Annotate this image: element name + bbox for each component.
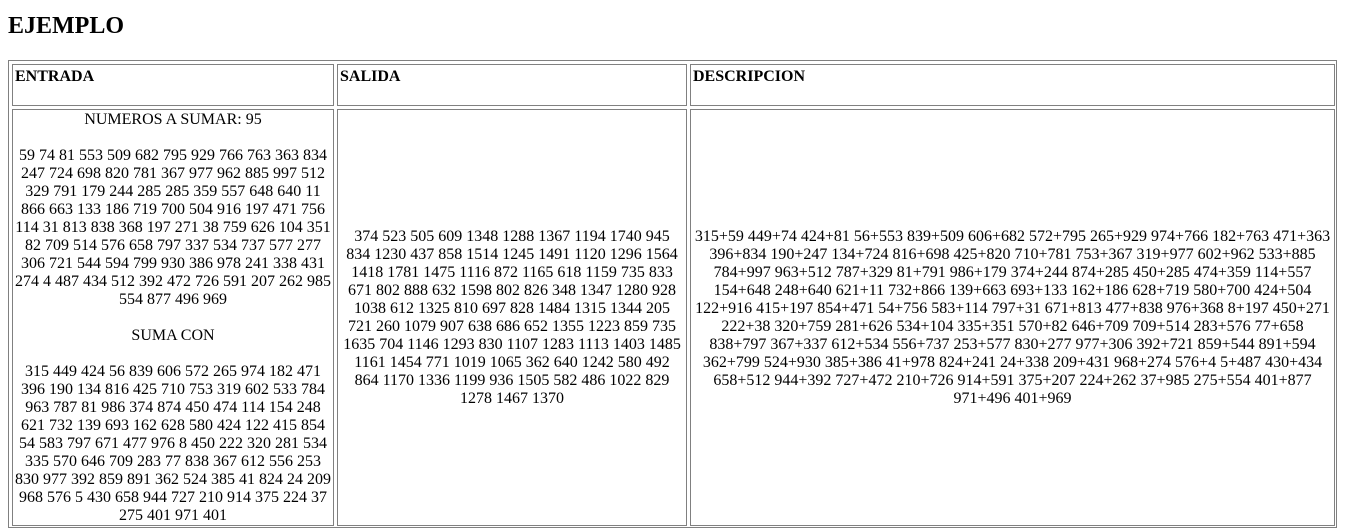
page-title: EJEMPLO — [8, 13, 125, 39]
salida-values: 374 523 505 609 1348 1288 1367 1194 1740… — [343, 227, 681, 407]
numbers-label: NUMEROS A SUMAR: 95 — [84, 111, 262, 128]
header-descripcion: DESCRIPCION — [690, 64, 1335, 106]
header-entrada: ENTRADA — [12, 64, 334, 106]
header-salida: SALIDA — [337, 64, 687, 106]
example-table: ENTRADA SALIDA DESCRIPCION NUMEROS A SUM… — [8, 60, 1337, 528]
descripcion-values: 315+59 449+74 424+81 56+553 839+509 606+… — [694, 227, 1331, 407]
numbers-list: 59 74 81 553 509 682 795 929 766 763 363… — [15, 147, 331, 308]
salida-cell: 374 523 505 609 1348 1288 1367 1194 1740… — [337, 109, 687, 526]
suma-list: 315 449 424 56 839 606 572 265 974 182 4… — [15, 363, 331, 524]
entrada-cell: NUMEROS A SUMAR: 95 59 74 81 553 509 682… — [12, 109, 334, 526]
suma-label: SUMA CON — [131, 327, 215, 344]
descripcion-cell: 315+59 449+74 424+81 56+553 839+509 606+… — [690, 109, 1335, 526]
